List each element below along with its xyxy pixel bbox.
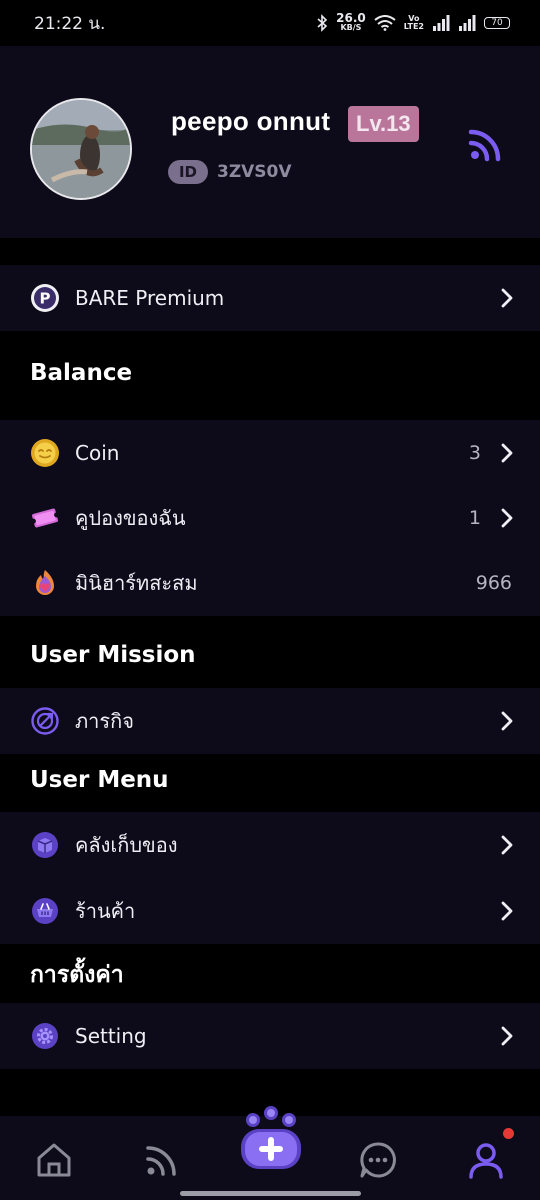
level-badge: Lv.13 (348, 106, 419, 142)
chevron-right-icon (501, 288, 513, 308)
mission-label: ภารกิจ (75, 709, 134, 733)
premium-label: BARE Premium (75, 286, 225, 310)
coin-value: 3 (468, 442, 481, 464)
user-menu-title: User Menu (30, 767, 169, 793)
settings-title: การตั้งค่า (30, 962, 124, 988)
avatar[interactable] (30, 98, 132, 200)
wifi-icon (374, 15, 396, 31)
signal-icon (459, 15, 476, 31)
user-id: 3ZVS0V (217, 162, 292, 182)
feed-icon[interactable] (142, 1140, 182, 1180)
signal-icon (433, 15, 450, 31)
clock: 21:22 น. (34, 13, 106, 34)
balance-row-coupon[interactable]: คูปองของฉัน 1 (0, 485, 540, 551)
profile-icon[interactable] (466, 1140, 506, 1180)
coupon-icon (30, 503, 60, 533)
balance-row-coin[interactable]: Coin 3 (0, 420, 540, 486)
balance-title: Balance (30, 360, 133, 386)
network-speed: 26.0 KB/S (336, 11, 366, 32)
shop-label: ร้านค้า (75, 899, 136, 923)
mission-icon (30, 706, 60, 736)
coin-icon (30, 438, 60, 468)
inventory-label: คลังเก็บของ (75, 833, 178, 857)
gear-icon (30, 1021, 60, 1051)
volte-indicator: Vo LTE2 (403, 14, 424, 31)
inventory-box-icon (30, 830, 60, 860)
coupon-value: 1 (468, 507, 481, 529)
chevron-right-icon (501, 901, 513, 921)
setting-row[interactable]: Setting (0, 1003, 540, 1069)
chevron-right-icon (501, 508, 513, 528)
mini-heart-label: มินิฮาร์ทสะสม (75, 571, 198, 595)
shop-basket-icon (30, 896, 60, 926)
balance-row-mini-heart: มินิฮาร์ทสะสม 966 (0, 550, 540, 616)
premium-row[interactable]: P BARE Premium (0, 265, 540, 331)
status-bar: 21:22 น. 26.0 KB/S Vo LTE2 70 (0, 0, 540, 46)
avatar-photo (32, 100, 130, 198)
bluetooth-icon (317, 14, 328, 32)
inventory-row[interactable]: คลังเก็บของ (0, 812, 540, 878)
id-badge: ID (168, 160, 208, 184)
shop-row[interactable]: ร้านค้า (0, 878, 540, 944)
chat-icon[interactable] (358, 1140, 398, 1180)
setting-label: Setting (75, 1024, 147, 1048)
notification-dot (503, 1128, 514, 1139)
coupon-label: คูปองของฉัน (75, 506, 186, 530)
username: peepo onnut (171, 106, 331, 136)
home-icon[interactable] (34, 1140, 74, 1180)
create-paw-icon[interactable] (236, 1104, 306, 1174)
mini-heart-icon (30, 568, 60, 598)
home-indicator[interactable] (180, 1191, 361, 1196)
svg-text:P: P (40, 290, 51, 308)
user-mission-title: User Mission (30, 642, 196, 668)
mini-heart-value: 966 (475, 572, 512, 594)
chevron-right-icon (501, 835, 513, 855)
chevron-right-icon (501, 443, 513, 463)
premium-p-icon: P (30, 283, 60, 313)
battery-icon: 70 (484, 17, 510, 29)
profile-header: peepo onnut Lv.13 ID 3ZVS0V (0, 46, 540, 238)
coin-label: Coin (75, 441, 120, 465)
mission-row[interactable]: ภารกิจ (0, 688, 540, 754)
chevron-right-icon (501, 1026, 513, 1046)
rss-feed-icon[interactable] (468, 128, 502, 162)
chevron-right-icon (501, 711, 513, 731)
status-icons: 26.0 KB/S Vo LTE2 70 (316, 11, 510, 33)
